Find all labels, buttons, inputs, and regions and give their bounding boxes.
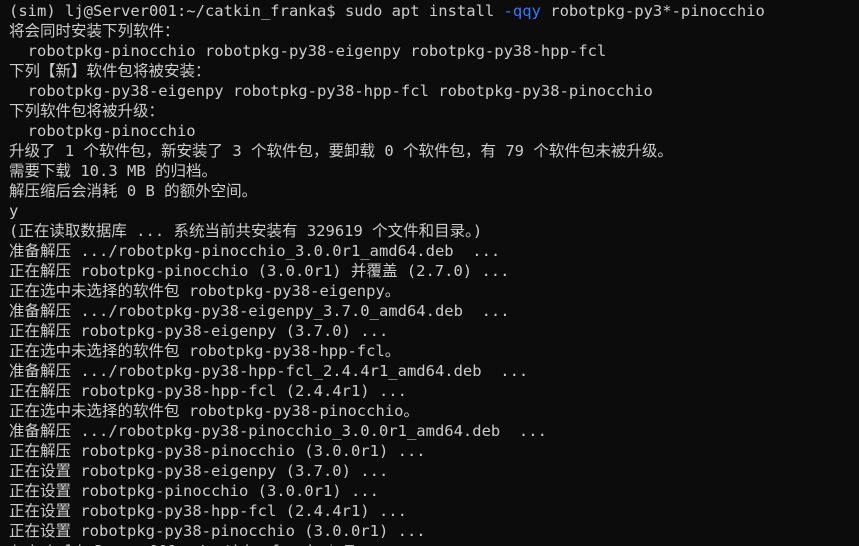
output-line: (正在读取数据库 ... 系统当前共安装有 329619 个文件和目录。) bbox=[9, 221, 859, 241]
terminal-output: (sim) lj@Server001:~/catkin_franka$ sudo… bbox=[9, 1, 859, 546]
line-text: 解压缩后会消耗 0 B 的额外空间。 bbox=[9, 182, 258, 200]
output-line: robotpkg-pinocchio robotpkg-py38-eigenpy… bbox=[9, 41, 859, 61]
prompt-line: (sim) lj@Server001:~/catkin_franka$ bbox=[9, 541, 859, 546]
line-text: 将会同时安装下列软件： bbox=[9, 22, 180, 40]
output-line: 正在设置 robotpkg-py38-hpp-fcl (2.4.4r1) ... bbox=[9, 501, 859, 521]
line-text: 升级了 1 个软件包，新安装了 3 个软件包，要卸载 0 个软件包，有 79 个… bbox=[9, 142, 673, 160]
line-text: (sim) lj@Server001:~/catkin_franka$ sudo… bbox=[9, 2, 504, 20]
output-line: 正在解压 robotpkg-py38-hpp-fcl (2.4.4r1) ... bbox=[9, 381, 859, 401]
line-text: 正在选中未选择的软件包 robotpkg-py38-pinocchio。 bbox=[9, 402, 419, 420]
output-line: 正在选中未选择的软件包 robotpkg-py38-pinocchio。 bbox=[9, 401, 859, 421]
line-text: 正在设置 robotpkg-py38-eigenpy (3.7.0) ... bbox=[9, 462, 389, 480]
output-line: 正在设置 robotpkg-py38-eigenpy (3.7.0) ... bbox=[9, 461, 859, 481]
line-text: 正在选中未选择的软件包 robotpkg-py38-eigenpy。 bbox=[9, 282, 401, 300]
output-line: 准备解压 .../robotpkg-py38-pinocchio_3.0.0r1… bbox=[9, 421, 859, 441]
output-line: 解压缩后会消耗 0 B 的额外空间。 bbox=[9, 181, 859, 201]
line-text: robotpkg-py38-eigenpy robotpkg-py38-hpp-… bbox=[9, 82, 653, 100]
line-text: 正在设置 robotpkg-py38-pinocchio (3.0.0r1) .… bbox=[9, 522, 426, 540]
output-line: y bbox=[9, 201, 859, 221]
output-line: 下列软件包将被升级： bbox=[9, 101, 859, 121]
line-text: 下列【新】软件包将被安装： bbox=[9, 62, 211, 80]
line-text: 正在解压 robotpkg-py38-hpp-fcl (2.4.4r1) ... bbox=[9, 382, 407, 400]
output-line: 下列【新】软件包将被安装： bbox=[9, 61, 859, 81]
command-flag: -qqy bbox=[503, 2, 541, 20]
output-line: 正在设置 robotpkg-pinocchio (3.0.0r1) ... bbox=[9, 481, 859, 501]
output-line: 准备解压 .../robotpkg-pinocchio_3.0.0r1_amd6… bbox=[9, 241, 859, 261]
terminal-window[interactable]: (sim) lj@Server001:~/catkin_franka$ sudo… bbox=[0, 0, 859, 546]
output-line: 将会同时安装下列软件： bbox=[9, 21, 859, 41]
output-line: 正在解压 robotpkg-py38-pinocchio (3.0.0r1) .… bbox=[9, 441, 859, 461]
line-text: 准备解压 .../robotpkg-py38-eigenpy_3.7.0_amd… bbox=[9, 302, 510, 320]
line-text: robotpkg-pinocchio bbox=[9, 122, 196, 140]
output-line: 需要下载 10.3 MB 的归档。 bbox=[9, 161, 859, 181]
line-text: 正在解压 robotpkg-py38-pinocchio (3.0.0r1) .… bbox=[9, 442, 426, 460]
line-text: 下列软件包将被升级： bbox=[9, 102, 165, 120]
output-line: 正在解压 robotpkg-py38-eigenpy (3.7.0) ... bbox=[9, 321, 859, 341]
output-line: 升级了 1 个软件包，新安装了 3 个软件包，要卸载 0 个软件包，有 79 个… bbox=[9, 141, 859, 161]
output-line: 准备解压 .../robotpkg-py38-hpp-fcl_2.4.4r1_a… bbox=[9, 361, 859, 381]
line-text: 正在解压 robotpkg-py38-eigenpy (3.7.0) ... bbox=[9, 322, 389, 340]
output-line: 正在选中未选择的软件包 robotpkg-py38-hpp-fcl。 bbox=[9, 341, 859, 361]
line-text: 正在设置 robotpkg-py38-hpp-fcl (2.4.4r1) ... bbox=[9, 502, 407, 520]
line-text: 准备解压 .../robotpkg-py38-hpp-fcl_2.4.4r1_a… bbox=[9, 362, 529, 380]
line-text: 正在解压 robotpkg-pinocchio (3.0.0r1) 并覆盖 (2… bbox=[9, 262, 510, 280]
line-text: y bbox=[9, 202, 19, 220]
output-line: robotpkg-py38-eigenpy robotpkg-py38-hpp-… bbox=[9, 81, 859, 101]
line-text: 正在设置 robotpkg-pinocchio (3.0.0r1) ... bbox=[9, 482, 379, 500]
output-line: (sim) lj@Server001:~/catkin_franka$ sudo… bbox=[9, 1, 859, 21]
line-text: robotpkg-pinocchio robotpkg-py38-eigenpy… bbox=[9, 42, 607, 60]
line-text: (sim) lj@Server001:~/catkin_franka$ bbox=[9, 542, 345, 546]
line-text: 需要下载 10.3 MB 的归档。 bbox=[9, 162, 217, 180]
line-text: 准备解压 .../robotpkg-pinocchio_3.0.0r1_amd6… bbox=[9, 242, 501, 260]
output-line: 正在设置 robotpkg-py38-pinocchio (3.0.0r1) .… bbox=[9, 521, 859, 541]
line-text: 准备解压 .../robotpkg-py38-pinocchio_3.0.0r1… bbox=[9, 422, 547, 440]
line-text: (正在读取数据库 ... 系统当前共安装有 329619 个文件和目录。) bbox=[9, 222, 483, 240]
line-text: robotpkg-py3*-pinocchio bbox=[540, 2, 765, 20]
line-text: 正在选中未选择的软件包 robotpkg-py38-hpp-fcl。 bbox=[9, 342, 401, 360]
output-line: robotpkg-pinocchio bbox=[9, 121, 859, 141]
output-line: 正在选中未选择的软件包 robotpkg-py38-eigenpy。 bbox=[9, 281, 859, 301]
output-line: 准备解压 .../robotpkg-py38-eigenpy_3.7.0_amd… bbox=[9, 301, 859, 321]
output-line: 正在解压 robotpkg-pinocchio (3.0.0r1) 并覆盖 (2… bbox=[9, 261, 859, 281]
